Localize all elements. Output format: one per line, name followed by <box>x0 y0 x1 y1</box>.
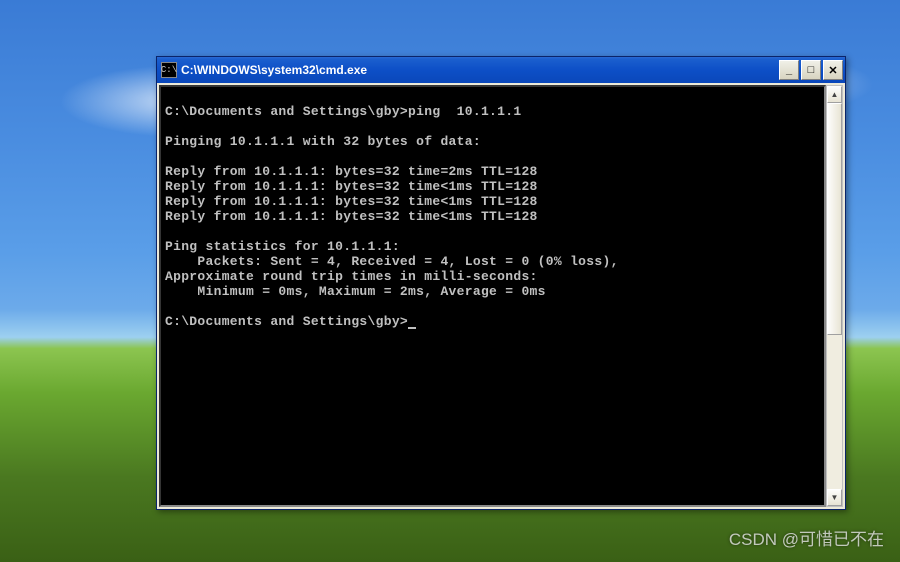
scroll-thumb[interactable] <box>827 103 842 335</box>
scroll-up-button[interactable]: ▲ <box>827 86 842 103</box>
window-titlebar[interactable]: C:\ C:\WINDOWS\system32\cmd.exe _ □ ✕ <box>157 57 845 83</box>
text-cursor <box>408 316 416 329</box>
cmd-icon: C:\ <box>161 62 177 78</box>
scroll-down-button[interactable]: ▼ <box>827 489 842 506</box>
scroll-track[interactable] <box>827 103 842 489</box>
window-title: C:\WINDOWS\system32\cmd.exe <box>181 63 779 77</box>
vertical-scrollbar[interactable]: ▲ ▼ <box>826 85 843 507</box>
minimize-button[interactable]: _ <box>779 60 799 80</box>
console-container: C:\Documents and Settings\gby>ping 10.1.… <box>157 83 845 509</box>
window-controls: _ □ ✕ <box>779 60 843 80</box>
close-button[interactable]: ✕ <box>823 60 843 80</box>
watermark-text: CSDN @可惜已不在 <box>729 525 884 550</box>
cmd-window[interactable]: C:\ C:\WINDOWS\system32\cmd.exe _ □ ✕ C:… <box>156 56 846 510</box>
maximize-button[interactable]: □ <box>801 60 821 80</box>
desktop-background: C:\ C:\WINDOWS\system32\cmd.exe _ □ ✕ C:… <box>0 0 900 562</box>
console-output[interactable]: C:\Documents and Settings\gby>ping 10.1.… <box>159 85 826 507</box>
